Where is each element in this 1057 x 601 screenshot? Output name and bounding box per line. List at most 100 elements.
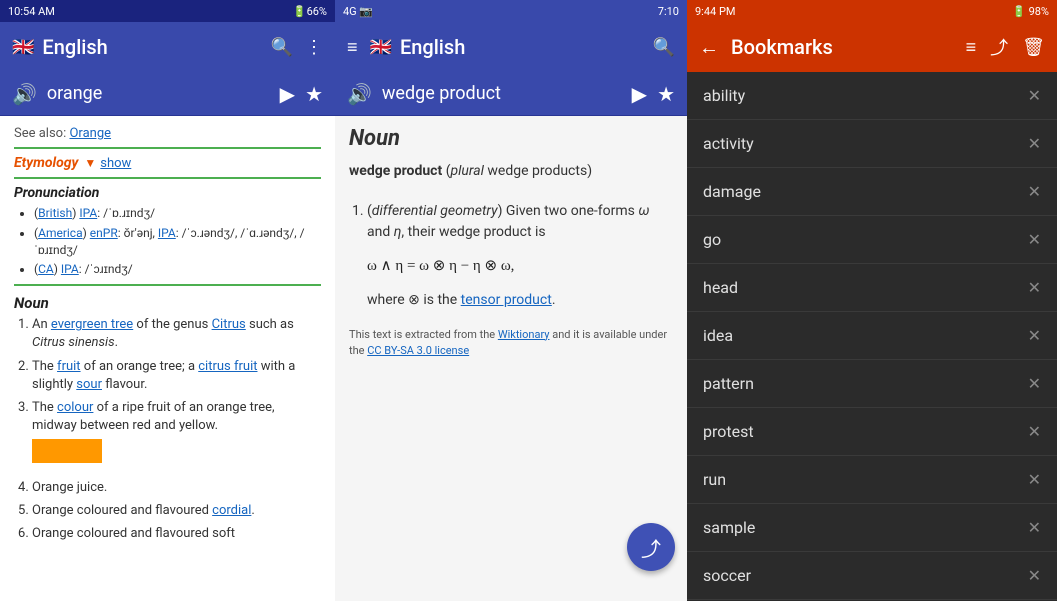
toolbar-icons: ≡ ⤴ 🗑 bbox=[966, 34, 1045, 60]
def-3: The colour of a ripe fruit of an orange … bbox=[32, 399, 321, 474]
divider-2 bbox=[14, 177, 321, 179]
remove-ability[interactable]: ✕ bbox=[1028, 86, 1041, 105]
time-2: 7:10 bbox=[658, 5, 679, 18]
remove-sample[interactable]: ✕ bbox=[1028, 518, 1041, 537]
noun-heading-2: Noun bbox=[349, 126, 673, 151]
battery-3: 🔋 98% bbox=[1012, 5, 1049, 18]
status-bar-2: 4G 📷 7:10 bbox=[335, 0, 687, 22]
app-title-2: English bbox=[400, 35, 641, 59]
bookmark-head[interactable]: head ✕ bbox=[687, 264, 1057, 312]
search-icon-1[interactable]: 🔍 bbox=[271, 37, 293, 58]
flag-icon-1: 🇬🇧 bbox=[12, 37, 34, 58]
time-3: 9:44 PM bbox=[695, 5, 735, 18]
bookmark-protest[interactable]: protest ✕ bbox=[687, 408, 1057, 456]
remove-activity[interactable]: ✕ bbox=[1028, 134, 1041, 153]
def-4: Orange juice. bbox=[32, 479, 321, 497]
noun-label-1: Noun bbox=[14, 294, 321, 312]
bookmark-go[interactable]: go ✕ bbox=[687, 216, 1057, 264]
panel-bookmarks: 9:44 PM 🔋 98% ← Bookmarks ≡ ⤴ 🗑 ability … bbox=[687, 0, 1057, 601]
pronunciation-label: Pronunciation bbox=[14, 185, 321, 201]
bookmark-label: soccer bbox=[703, 566, 751, 585]
delete-icon[interactable]: 🗑 bbox=[1022, 37, 1045, 58]
footer-text: This text is extracted from the Wiktiona… bbox=[349, 327, 673, 360]
def-6: Orange coloured and flavoured soft bbox=[32, 525, 321, 543]
see-also-link[interactable]: Orange bbox=[69, 126, 111, 141]
plural-note: plural bbox=[450, 163, 483, 179]
remove-run[interactable]: ✕ bbox=[1028, 470, 1041, 489]
def-list-2: (differential geometry) Given two one-fo… bbox=[349, 201, 673, 311]
divider-1 bbox=[14, 147, 321, 149]
bookmark-label: damage bbox=[703, 182, 761, 201]
bookmark-label: protest bbox=[703, 422, 754, 441]
bookmark-idea[interactable]: idea ✕ bbox=[687, 312, 1057, 360]
app-title-1: English bbox=[42, 35, 258, 59]
license-link[interactable]: CC BY-SA 3.0 license bbox=[367, 344, 469, 357]
bookmark-label: ability bbox=[703, 86, 745, 105]
star-button-2[interactable]: ★ bbox=[657, 82, 675, 106]
wedge-def: (differential geometry) Given two one-fo… bbox=[367, 201, 673, 311]
menu-icon-1[interactable]: ⋮ bbox=[305, 37, 323, 58]
bookmark-label: sample bbox=[703, 518, 755, 537]
bookmark-label: head bbox=[703, 278, 738, 297]
app-bar-1: 🇬🇧 English 🔍 ⋮ bbox=[0, 22, 335, 72]
where-text: where ⊗ is the tensor product. bbox=[367, 290, 673, 311]
pron-item-2: (America) enPR: ŏr'ənj, IPA: /ˈɔ.ɹəndʒ/,… bbox=[34, 225, 321, 259]
sort-icon[interactable]: ≡ bbox=[966, 37, 977, 58]
search-icon-2[interactable]: 🔍 bbox=[653, 37, 675, 58]
remove-soccer[interactable]: ✕ bbox=[1028, 566, 1041, 585]
signal-2: 4G 📷 bbox=[343, 5, 373, 18]
bookmark-sample[interactable]: sample ✕ bbox=[687, 504, 1057, 552]
remove-head[interactable]: ✕ bbox=[1028, 278, 1041, 297]
speaker-icon-1[interactable]: 🔊 bbox=[12, 82, 37, 106]
bookmark-pattern[interactable]: pattern ✕ bbox=[687, 360, 1057, 408]
play-button-1[interactable]: ▶ bbox=[280, 82, 295, 106]
bookmark-ability[interactable]: ability ✕ bbox=[687, 72, 1057, 120]
divider-3 bbox=[14, 284, 321, 286]
bookmark-activity[interactable]: activity ✕ bbox=[687, 120, 1057, 168]
bookmark-label: go bbox=[703, 230, 721, 249]
def-1: An evergreen tree of the genus Citrus su… bbox=[32, 316, 321, 352]
bookmark-soccer[interactable]: soccer ✕ bbox=[687, 552, 1057, 600]
share-fab[interactable]: ⤴ bbox=[627, 523, 675, 571]
etymology-row: Etymology ▼ show bbox=[14, 155, 321, 171]
wiktionary-link[interactable]: Wiktionary bbox=[498, 328, 550, 341]
word-bold: wedge product bbox=[349, 163, 442, 179]
speaker-icon-2[interactable]: 🔊 bbox=[347, 82, 372, 106]
remove-go[interactable]: ✕ bbox=[1028, 230, 1041, 249]
status-icons-1: 🔋66% bbox=[293, 5, 327, 18]
panel-wedge-dictionary: 4G 📷 7:10 ≡ 🇬🇧 English 🔍 🔊 wedge product… bbox=[335, 0, 687, 601]
def-5: Orange coloured and flavoured cordial. bbox=[32, 502, 321, 520]
etymology-arrow: ▼ bbox=[84, 156, 96, 170]
see-also: See also: Orange bbox=[14, 126, 321, 141]
hamburger-icon[interactable]: ≡ bbox=[347, 37, 358, 58]
word-bar-2: 🔊 wedge product ▶ ★ bbox=[335, 72, 687, 116]
pronunciation-list: (British) IPA: /ˈɒ.ɹɪndʒ/ (America) enPR… bbox=[14, 205, 321, 278]
remove-pattern[interactable]: ✕ bbox=[1028, 374, 1041, 393]
orange-color-swatch bbox=[32, 439, 102, 463]
star-button-1[interactable]: ★ bbox=[305, 82, 323, 106]
word-bar-1: 🔊 orange ▶ ★ bbox=[0, 72, 335, 116]
pron-item-1: (British) IPA: /ˈɒ.ɹɪndʒ/ bbox=[34, 205, 321, 222]
share-icon: ⤴ bbox=[641, 533, 661, 562]
bookmark-damage[interactable]: damage ✕ bbox=[687, 168, 1057, 216]
pronunciation-section: Pronunciation (British) IPA: /ˈɒ.ɹɪndʒ/ … bbox=[14, 185, 321, 278]
bookmark-run[interactable]: run ✕ bbox=[687, 456, 1057, 504]
time-1: 10:54 AM bbox=[8, 5, 55, 18]
share-icon-3[interactable]: ⤴ bbox=[990, 34, 1008, 60]
panel-orange-dictionary: 10:54 AM 🔋66% 🇬🇧 English 🔍 ⋮ 🔊 orange ▶ … bbox=[0, 0, 335, 601]
see-also-label: See also: bbox=[14, 126, 66, 141]
tensor-link[interactable]: tensor product bbox=[461, 292, 552, 308]
remove-damage[interactable]: ✕ bbox=[1028, 182, 1041, 201]
remove-idea[interactable]: ✕ bbox=[1028, 326, 1041, 345]
flag-icon-2: 🇬🇧 bbox=[370, 37, 392, 58]
play-button-2[interactable]: ▶ bbox=[632, 82, 647, 106]
remove-protest[interactable]: ✕ bbox=[1028, 422, 1041, 441]
definition-para: wedge product (plural wedge products) bbox=[349, 161, 673, 182]
back-button[interactable]: ← bbox=[699, 35, 719, 60]
bookmark-label: idea bbox=[703, 326, 733, 345]
bookmark-label: activity bbox=[703, 134, 754, 153]
bookmarks-title: Bookmarks bbox=[731, 35, 966, 59]
bookmark-label: run bbox=[703, 470, 726, 489]
status-bar-1: 10:54 AM 🔋66% bbox=[0, 0, 335, 22]
etymology-show[interactable]: show bbox=[100, 156, 131, 171]
